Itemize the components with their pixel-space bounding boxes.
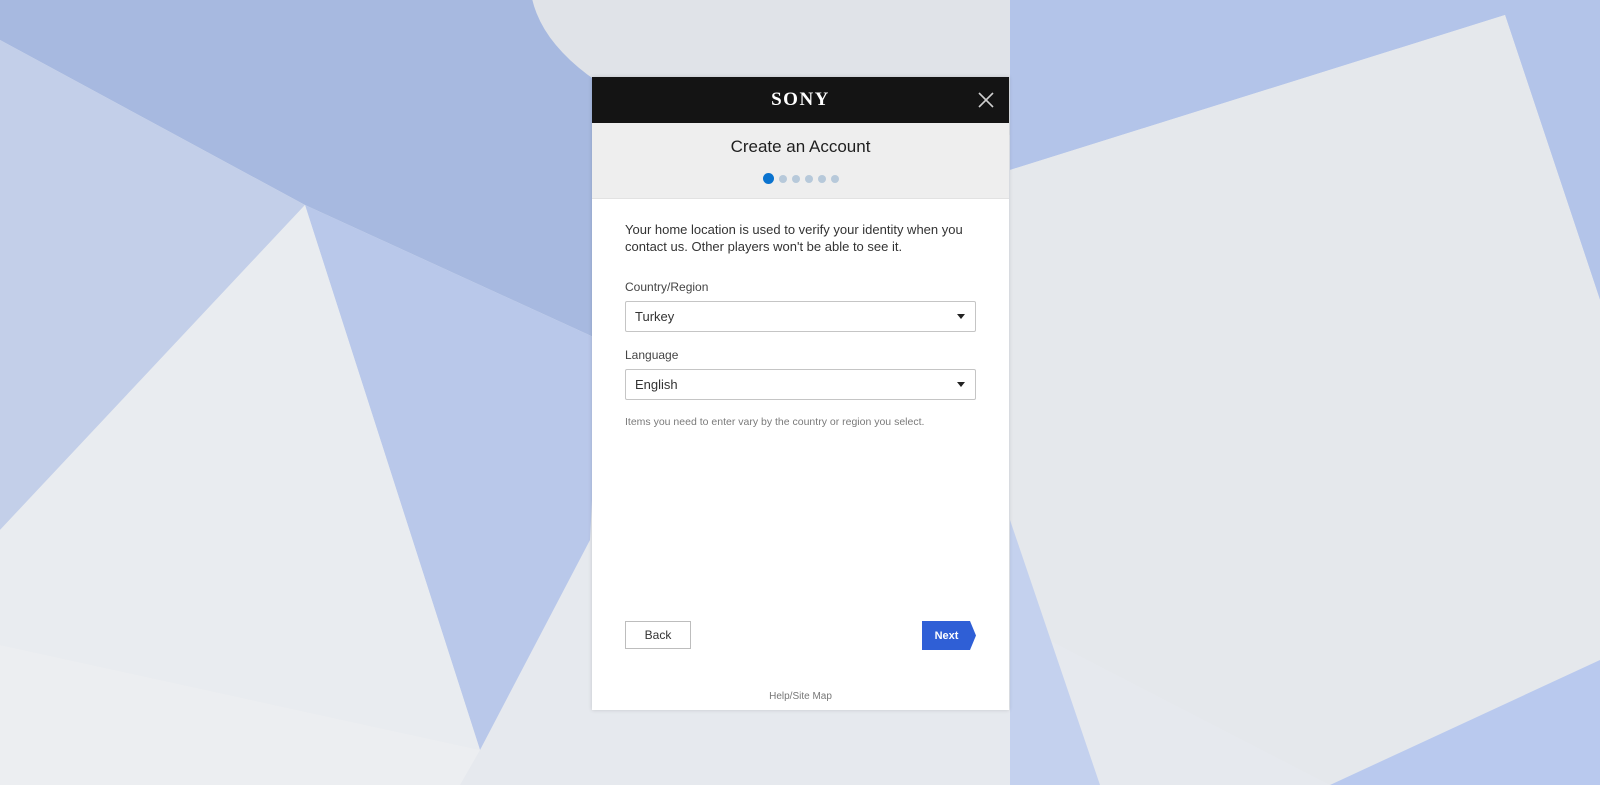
next-button-label: Next bbox=[934, 629, 959, 642]
step-dot bbox=[804, 174, 813, 183]
step-dot bbox=[830, 174, 839, 183]
helper-note: Items you need to enter vary by the coun… bbox=[625, 416, 925, 428]
country-region-label: Country/Region bbox=[625, 280, 709, 294]
language-label: Language bbox=[625, 348, 679, 362]
help-site-map-link[interactable]: Help/Site Map bbox=[592, 691, 1009, 702]
create-account-dialog: SONY Create an Account Your home locatio… bbox=[592, 77, 1009, 710]
country-region-select[interactable]: Turkey bbox=[625, 301, 976, 332]
form-content: Your home location is used to verify you… bbox=[592, 199, 1009, 428]
dialog-topbar: SONY bbox=[592, 77, 1009, 123]
chevron-down-icon bbox=[957, 314, 965, 319]
step-dot bbox=[817, 174, 826, 183]
next-button[interactable]: Next bbox=[922, 621, 977, 650]
dialog-header: Create an Account bbox=[592, 123, 1009, 199]
language-value: English bbox=[635, 377, 678, 392]
close-icon[interactable] bbox=[971, 85, 1001, 115]
step-dot bbox=[791, 174, 800, 183]
language-select[interactable]: English bbox=[625, 369, 976, 400]
sony-logo: SONY bbox=[771, 89, 830, 110]
step-progress-indicator bbox=[592, 173, 1009, 184]
page-title: Create an Account bbox=[730, 137, 871, 156]
country-region-value: Turkey bbox=[635, 309, 675, 324]
chevron-down-icon bbox=[957, 382, 965, 387]
back-button[interactable]: Back bbox=[625, 621, 691, 649]
step-dot-active bbox=[762, 173, 774, 184]
step-dot bbox=[778, 174, 787, 183]
intro-text: Your home location is used to verify you… bbox=[625, 222, 963, 254]
